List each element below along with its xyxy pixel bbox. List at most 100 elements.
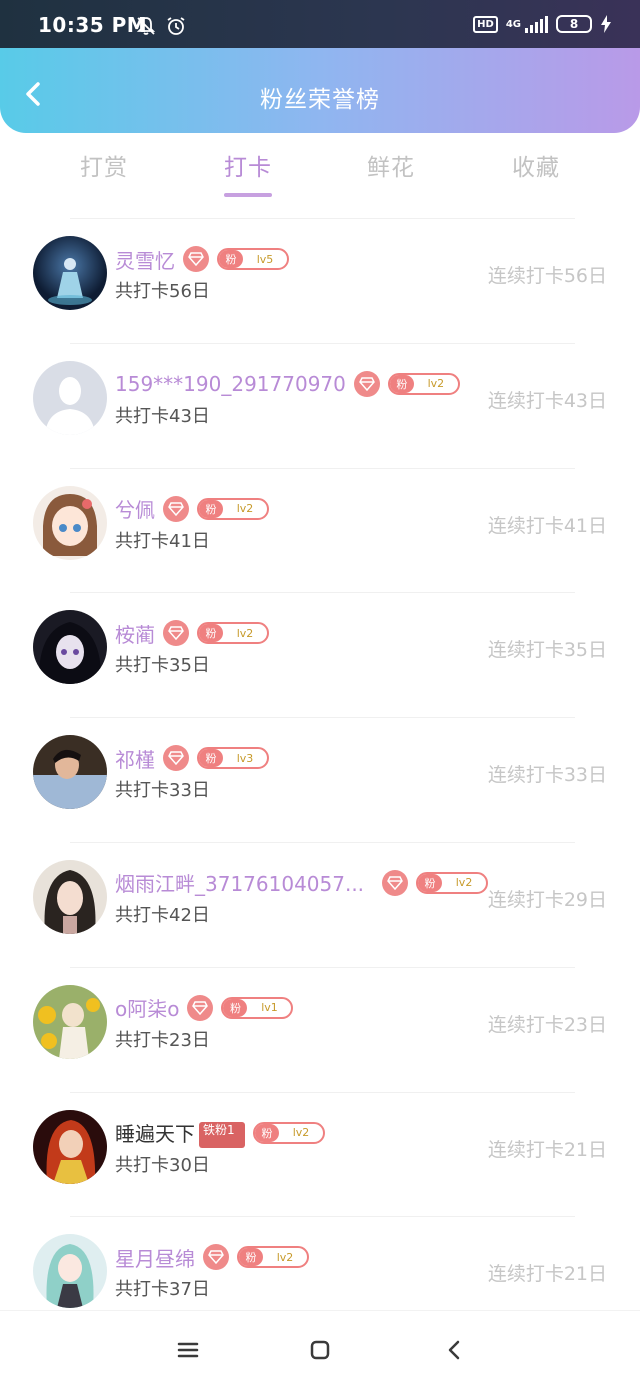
name-line: o阿柒o 粉 lv1: [115, 993, 294, 1022]
fan-tag: 粉: [418, 873, 443, 892]
fan-level-badge: 粉 lv2: [197, 622, 269, 645]
fan-name[interactable]: 159***190_291770970: [115, 372, 346, 396]
streak-days: 连续打卡56日: [487, 265, 607, 287]
iron-fan-badge: 铁粉1: [199, 1121, 245, 1148]
fan-level-badge: 粉 lv5: [217, 248, 289, 270]
streak-days: 连续打卡21日: [487, 1263, 607, 1286]
tab-bar: 打赏 打卡 鲜花 收藏: [0, 148, 640, 200]
streak-days: 连续打卡23日: [487, 1013, 607, 1036]
fan-level-badge: 粉 lv2: [253, 1121, 325, 1144]
active-tab-indicator: [224, 193, 272, 197]
total-checkins: 共打卡23日: [115, 1029, 210, 1051]
fan-level: lv5: [256, 252, 274, 266]
list-item[interactable]: 灵雪忆 粉 lv5 共打卡56日 连续打卡56日: [0, 219, 640, 344]
streak-days: 连续打卡35日: [487, 639, 607, 662]
diamond-icon: [183, 246, 209, 272]
fan-tag: 粉: [389, 374, 414, 393]
streak-days: 连续打卡29日: [487, 888, 607, 911]
fan-level: lv2: [427, 377, 445, 391]
list-item[interactable]: o阿柒o 粉 lv1 共打卡23日 连续打卡23日: [0, 968, 640, 1093]
fan-level: lv3: [236, 751, 254, 765]
avatar[interactable]: [33, 610, 107, 685]
alarm-clock-icon: [167, 17, 185, 35]
fan-name[interactable]: o阿柒o: [115, 993, 179, 1022]
name-line: 烟雨江畔_37176104057... 粉 lv2: [115, 868, 489, 897]
fan-tag: 粉: [239, 1248, 263, 1267]
list-item[interactable]: 桉蔺 粉 lv2 共打卡35日 连续打卡35日: [0, 593, 640, 719]
fan-level: lv2: [236, 502, 254, 516]
fan-tag: 粉: [199, 499, 223, 518]
avatar[interactable]: [33, 984, 107, 1059]
fan-level-badge: 粉 lv2: [237, 1246, 309, 1269]
avatar[interactable]: [33, 859, 107, 934]
diamond-icon: [187, 994, 214, 1021]
fan-list: 灵雪忆 粉 lv5 共打卡56日 连续打卡56日 159***190_29177…: [0, 219, 640, 1342]
list-item[interactable]: 兮佩 粉 lv2 共打卡41日 连续打卡41日: [0, 469, 640, 594]
name-line: 159***190_291770970 粉 lv2: [115, 370, 460, 398]
total-checkins: 共打卡42日: [115, 904, 210, 926]
fan-name[interactable]: 星月昼绵: [115, 1243, 195, 1272]
status-icons-left: [136, 16, 186, 36]
total-checkins: 共打卡43日: [115, 405, 210, 427]
fan-tag: 粉: [199, 749, 223, 768]
total-checkins: 共打卡33日: [115, 780, 210, 802]
fan-name[interactable]: 祁槿: [115, 744, 155, 773]
home-square-icon[interactable]: [306, 1336, 334, 1364]
tab-favorites[interactable]: 收藏: [486, 148, 586, 182]
diamond-icon: [163, 745, 189, 772]
fan-level-badge: 粉 lv2: [387, 372, 460, 395]
system-nav-bar: [0, 1310, 640, 1387]
diamond-icon: [163, 620, 189, 647]
fan-tag: 粉: [223, 998, 248, 1017]
avatar[interactable]: [33, 360, 107, 435]
fan-level-badge: 粉 lv1: [221, 996, 294, 1019]
name-line: 兮佩 粉 lv2: [115, 495, 269, 523]
name-line: 灵雪忆 粉 lv5: [115, 245, 289, 273]
charging-bolt-icon: [601, 15, 611, 33]
fan-name[interactable]: 睡遍天下: [115, 1118, 195, 1147]
fan-level-badge: 粉 lv3: [197, 747, 269, 770]
list-item[interactable]: 祁槿 粉 lv3 共打卡33日 连续打卡33日: [0, 718, 640, 843]
total-checkins: 共打卡41日: [115, 530, 210, 552]
name-line: 桉蔺 粉 lv2: [115, 619, 269, 647]
avatar[interactable]: [33, 1109, 107, 1184]
status-bar: 10:35 PM HD 4G 8: [0, 0, 640, 48]
fan-tag: 粉: [199, 624, 223, 643]
name-line: 祁槿 粉 lv3: [115, 744, 269, 772]
fan-name[interactable]: 桉蔺: [115, 619, 155, 648]
tab-checkin[interactable]: 打卡: [198, 148, 298, 182]
streak-days: 连续打卡43日: [487, 389, 607, 412]
avatar[interactable]: [33, 735, 107, 810]
tab-tips[interactable]: 打赏: [54, 148, 154, 182]
fan-tag: 粉: [219, 250, 243, 268]
tab-flowers[interactable]: 鲜花: [341, 148, 441, 182]
status-icons-right: HD 4G 8: [473, 15, 612, 33]
total-checkins: 共打卡56日: [115, 281, 210, 302]
fan-name[interactable]: 灵雪忆: [115, 245, 175, 274]
avatar[interactable]: [33, 1234, 107, 1309]
diamond-icon: [203, 1244, 229, 1271]
diamond-icon: [163, 495, 189, 522]
list-item[interactable]: 睡遍天下 铁粉1 粉 lv2 共打卡30日 连续打卡21日: [0, 1093, 640, 1218]
list-item[interactable]: 159***190_291770970 粉 lv2 共打卡43日 连续打卡43日: [0, 344, 640, 469]
menu-icon[interactable]: [174, 1336, 202, 1364]
page-title: 粉丝荣誉榜: [260, 87, 380, 113]
avatar[interactable]: [33, 236, 107, 310]
fan-name[interactable]: 烟雨江畔_37176104057...: [115, 868, 364, 897]
streak-days: 连续打卡41日: [487, 514, 607, 537]
avatar[interactable]: [33, 485, 107, 560]
back-triangle-icon[interactable]: [440, 1336, 468, 1364]
list-item[interactable]: 烟雨江畔_37176104057... 粉 lv2 共打卡42日 连续打卡29日: [0, 843, 640, 968]
fan-level: lv2: [236, 626, 254, 640]
name-line: 星月昼绵 粉 lv2: [115, 1243, 309, 1271]
fan-name[interactable]: 兮佩: [115, 494, 155, 523]
fan-tag: 粉: [255, 1123, 279, 1142]
signal-icon: [525, 15, 548, 33]
fan-level: lv2: [292, 1126, 310, 1140]
status-time: 10:35 PM: [38, 13, 148, 37]
fan-level: lv2: [276, 1250, 294, 1264]
fan-level: lv1: [261, 1001, 278, 1015]
fan-level-badge: 粉 lv2: [416, 871, 489, 894]
diamond-icon: [382, 869, 409, 896]
battery-icon: 8: [556, 15, 592, 33]
